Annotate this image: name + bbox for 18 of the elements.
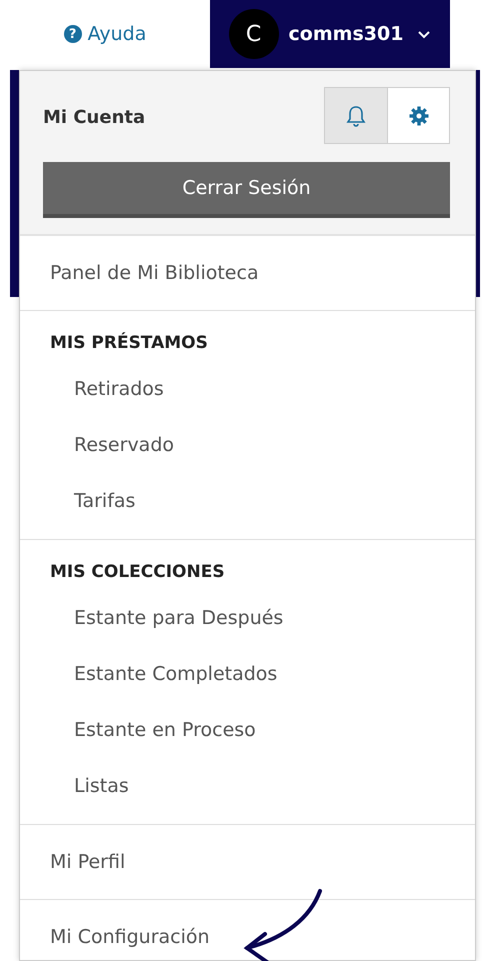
menu-item[interactable]: Listas — [20, 758, 475, 814]
help-icon: ? — [64, 25, 82, 43]
menu-item[interactable]: Estante en Proceso — [20, 702, 475, 758]
menu-item[interactable]: Estante Completados — [20, 646, 475, 702]
menu-item[interactable]: Reservado — [20, 417, 475, 473]
help-link[interactable]: ? Ayuda — [0, 0, 210, 68]
menu-title: Mi Cuenta — [43, 107, 146, 128]
menu-item[interactable]: Tarifas — [20, 473, 475, 529]
menu-item[interactable]: Panel de Mi Biblioteca — [20, 236, 475, 310]
logout-button[interactable]: Cerrar Sesión — [43, 162, 450, 218]
menu-item[interactable]: Mi Configuración — [20, 900, 475, 960]
menu-item[interactable]: Retirados — [20, 361, 475, 417]
section-heading: MIS PRÉSTAMOS — [49, 331, 209, 355]
section-heading: MIS COLECCIONES — [49, 561, 226, 584]
menu-item[interactable]: Mi Perfil — [20, 825, 475, 899]
avatar: C — [228, 9, 279, 59]
menu-item[interactable]: Estante para Después — [20, 590, 475, 646]
user-menu-button[interactable]: C comms301 — [210, 0, 450, 68]
